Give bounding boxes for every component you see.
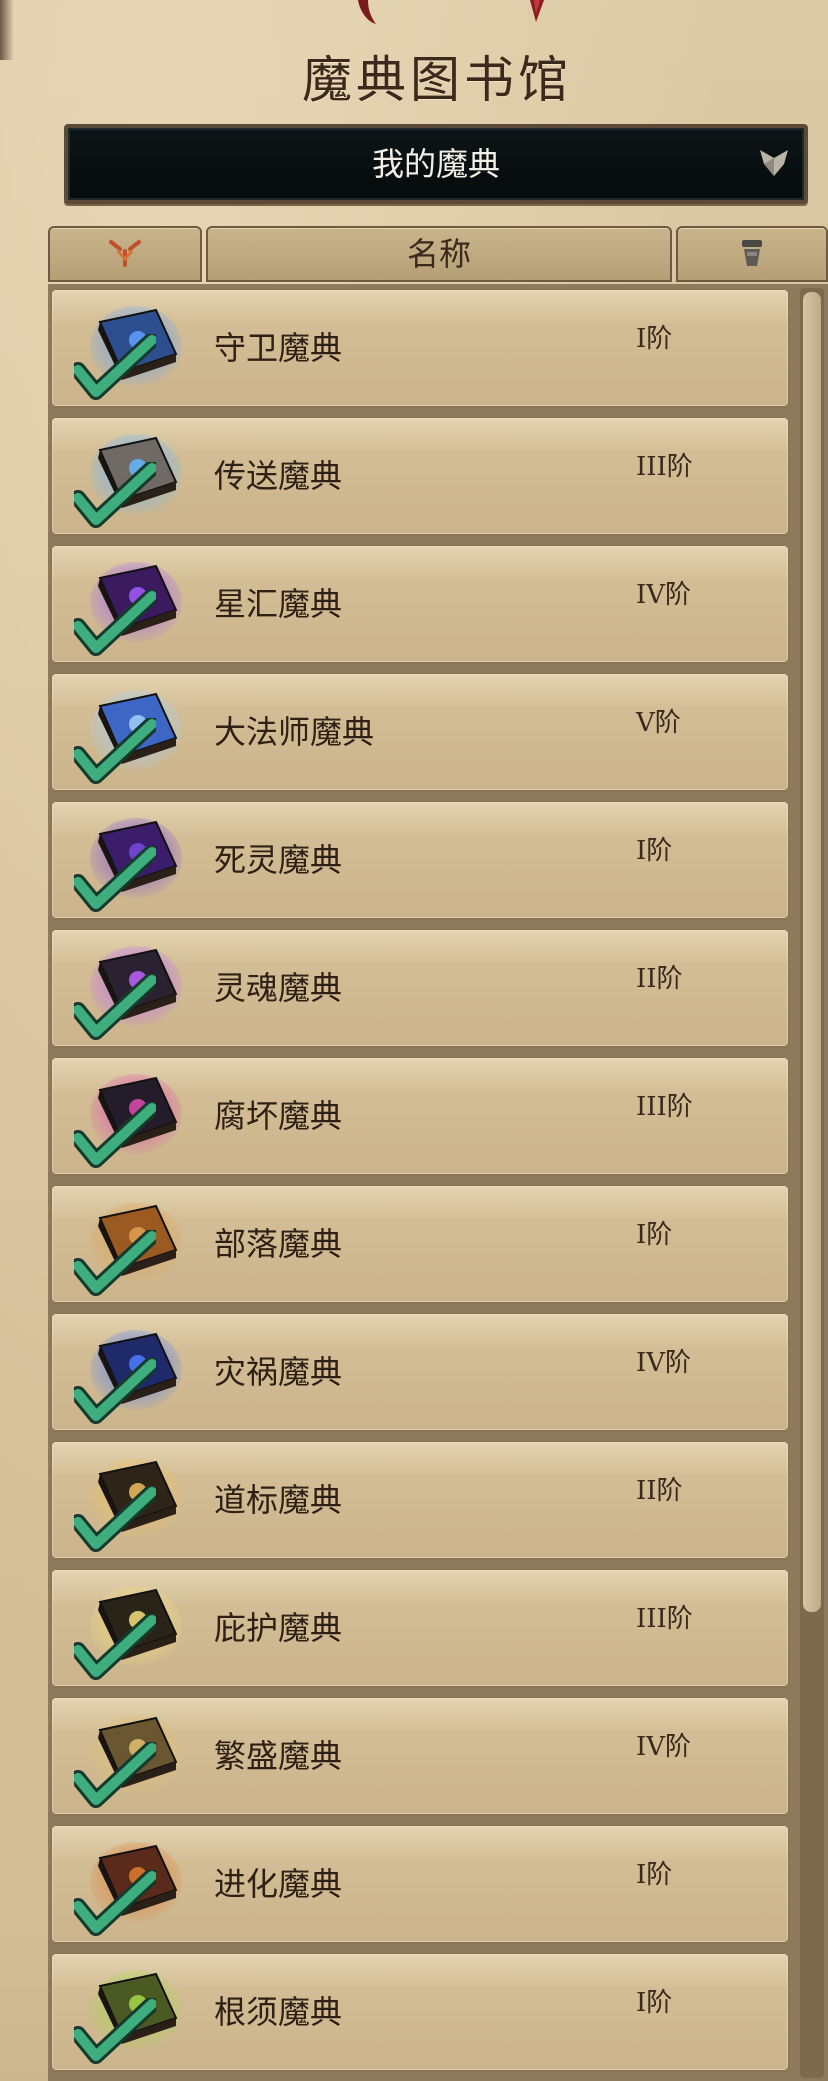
grimoire-tier: I阶	[636, 1860, 673, 1890]
top-ornament-left-icon	[358, 0, 376, 24]
owned-check-icon	[74, 1358, 156, 1424]
grimoire-name: 道标魔典	[214, 1481, 343, 1519]
dropdown-selected-label: 我的魔典	[371, 145, 500, 183]
owned-check-icon	[74, 1486, 156, 1552]
page-title: 魔典图书馆	[302, 51, 572, 109]
chevron-down-icon	[760, 150, 788, 176]
grimoire-name: 部落魔典	[214, 1225, 343, 1263]
grimoire-name: 守卫魔典	[214, 329, 343, 367]
grimoire-row[interactable]: 腐坏魔典 III阶	[50, 1056, 790, 1176]
owned-check-icon	[74, 1998, 156, 2064]
name-column-label: 名称	[406, 235, 471, 273]
grimoire-tier: IV阶	[636, 1348, 692, 1378]
grimoire-row[interactable]: 灵魂魔典 II阶	[50, 928, 790, 1048]
grimoire-list[interactable]: 守卫魔典 I阶 传送魔典 III阶 星汇魔典 IV阶 大法师魔典 V阶 死灵魔典 I阶 灵魂魔典 II…	[48, 284, 828, 2081]
grimoire-row[interactable]: 庇护魔典 III阶	[50, 1568, 790, 1688]
owned-check-icon	[74, 718, 156, 784]
grimoire-tier: III阶	[636, 452, 693, 482]
scrollbar-thumb[interactable]	[803, 292, 821, 1612]
grimoire-tier: I阶	[636, 1220, 673, 1250]
sort-button[interactable]	[48, 226, 202, 282]
grimoire-row[interactable]: 大法师魔典 V阶	[50, 672, 790, 792]
scrollbar[interactable]	[800, 288, 824, 2078]
grimoire-tier: IV阶	[636, 1732, 692, 1762]
grimoire-name: 死灵魔典	[214, 841, 343, 879]
owned-check-icon	[74, 1614, 156, 1680]
owned-check-icon	[74, 590, 156, 656]
name-column-header[interactable]: 名称	[206, 226, 672, 282]
grimoire-tier: II阶	[636, 964, 683, 994]
grimoire-tier: I阶	[636, 324, 673, 354]
owned-check-icon	[74, 334, 156, 400]
grimoire-row[interactable]: 灾祸魔典 IV阶	[50, 1312, 790, 1432]
grimoire-tier: III阶	[636, 1092, 693, 1122]
grimoire-name: 繁盛魔典	[214, 1737, 343, 1775]
grimoire-row[interactable]: 繁盛魔典 IV阶	[50, 1696, 790, 1816]
grimoire-name: 传送魔典	[214, 457, 343, 495]
owned-check-icon	[74, 846, 156, 912]
grimoire-row[interactable]: 传送魔典 III阶	[50, 416, 790, 536]
sort-icon	[109, 240, 141, 267]
grimoire-tier: IV阶	[636, 580, 692, 610]
grimoire-row[interactable]: 部落魔典 I阶	[50, 1184, 790, 1304]
grimoire-row[interactable]: 守卫魔典 I阶	[50, 288, 790, 408]
grimoire-name: 庇护魔典	[214, 1609, 343, 1647]
owned-check-icon	[74, 1870, 156, 1936]
grimoire-name: 大法师魔典	[214, 713, 375, 751]
grimoire-filter-dropdown[interactable]: 我的魔典	[64, 124, 808, 204]
top-ornament-right-icon	[530, 0, 544, 22]
grimoire-name: 灵魂魔典	[214, 969, 343, 1007]
grimoire-name: 星汇魔典	[214, 585, 343, 623]
grimoire-row[interactable]: 根须魔典 I阶	[50, 1952, 790, 2072]
grimoire-tier: I阶	[636, 1988, 673, 2018]
filter-icon	[742, 240, 762, 266]
grimoire-name: 根须魔典	[214, 1993, 343, 2031]
grimoire-tier: I阶	[636, 836, 673, 866]
filter-button[interactable]	[676, 226, 828, 282]
owned-check-icon	[74, 1742, 156, 1808]
grimoire-name: 腐坏魔典	[214, 1097, 343, 1135]
owned-check-icon	[74, 974, 156, 1040]
owned-check-icon	[74, 462, 156, 528]
grimoire-tier: V阶	[636, 708, 681, 738]
parchment-edge	[0, 1928, 48, 2081]
grimoire-row[interactable]: 死灵魔典 I阶	[50, 800, 790, 920]
owned-check-icon	[74, 1230, 156, 1296]
owned-check-icon	[74, 1102, 156, 1168]
grimoire-name: 灾祸魔典	[214, 1353, 343, 1391]
table-header: 名称	[48, 226, 828, 284]
grimoire-tier: III阶	[636, 1604, 693, 1634]
grimoire-row[interactable]: 进化魔典 I阶	[50, 1824, 790, 1944]
grimoire-name: 进化魔典	[214, 1865, 343, 1903]
grimoire-row[interactable]: 星汇魔典 IV阶	[50, 544, 790, 664]
grimoire-row[interactable]: 道标魔典 II阶	[50, 1440, 790, 1560]
grimoire-tier: II阶	[636, 1476, 683, 1506]
